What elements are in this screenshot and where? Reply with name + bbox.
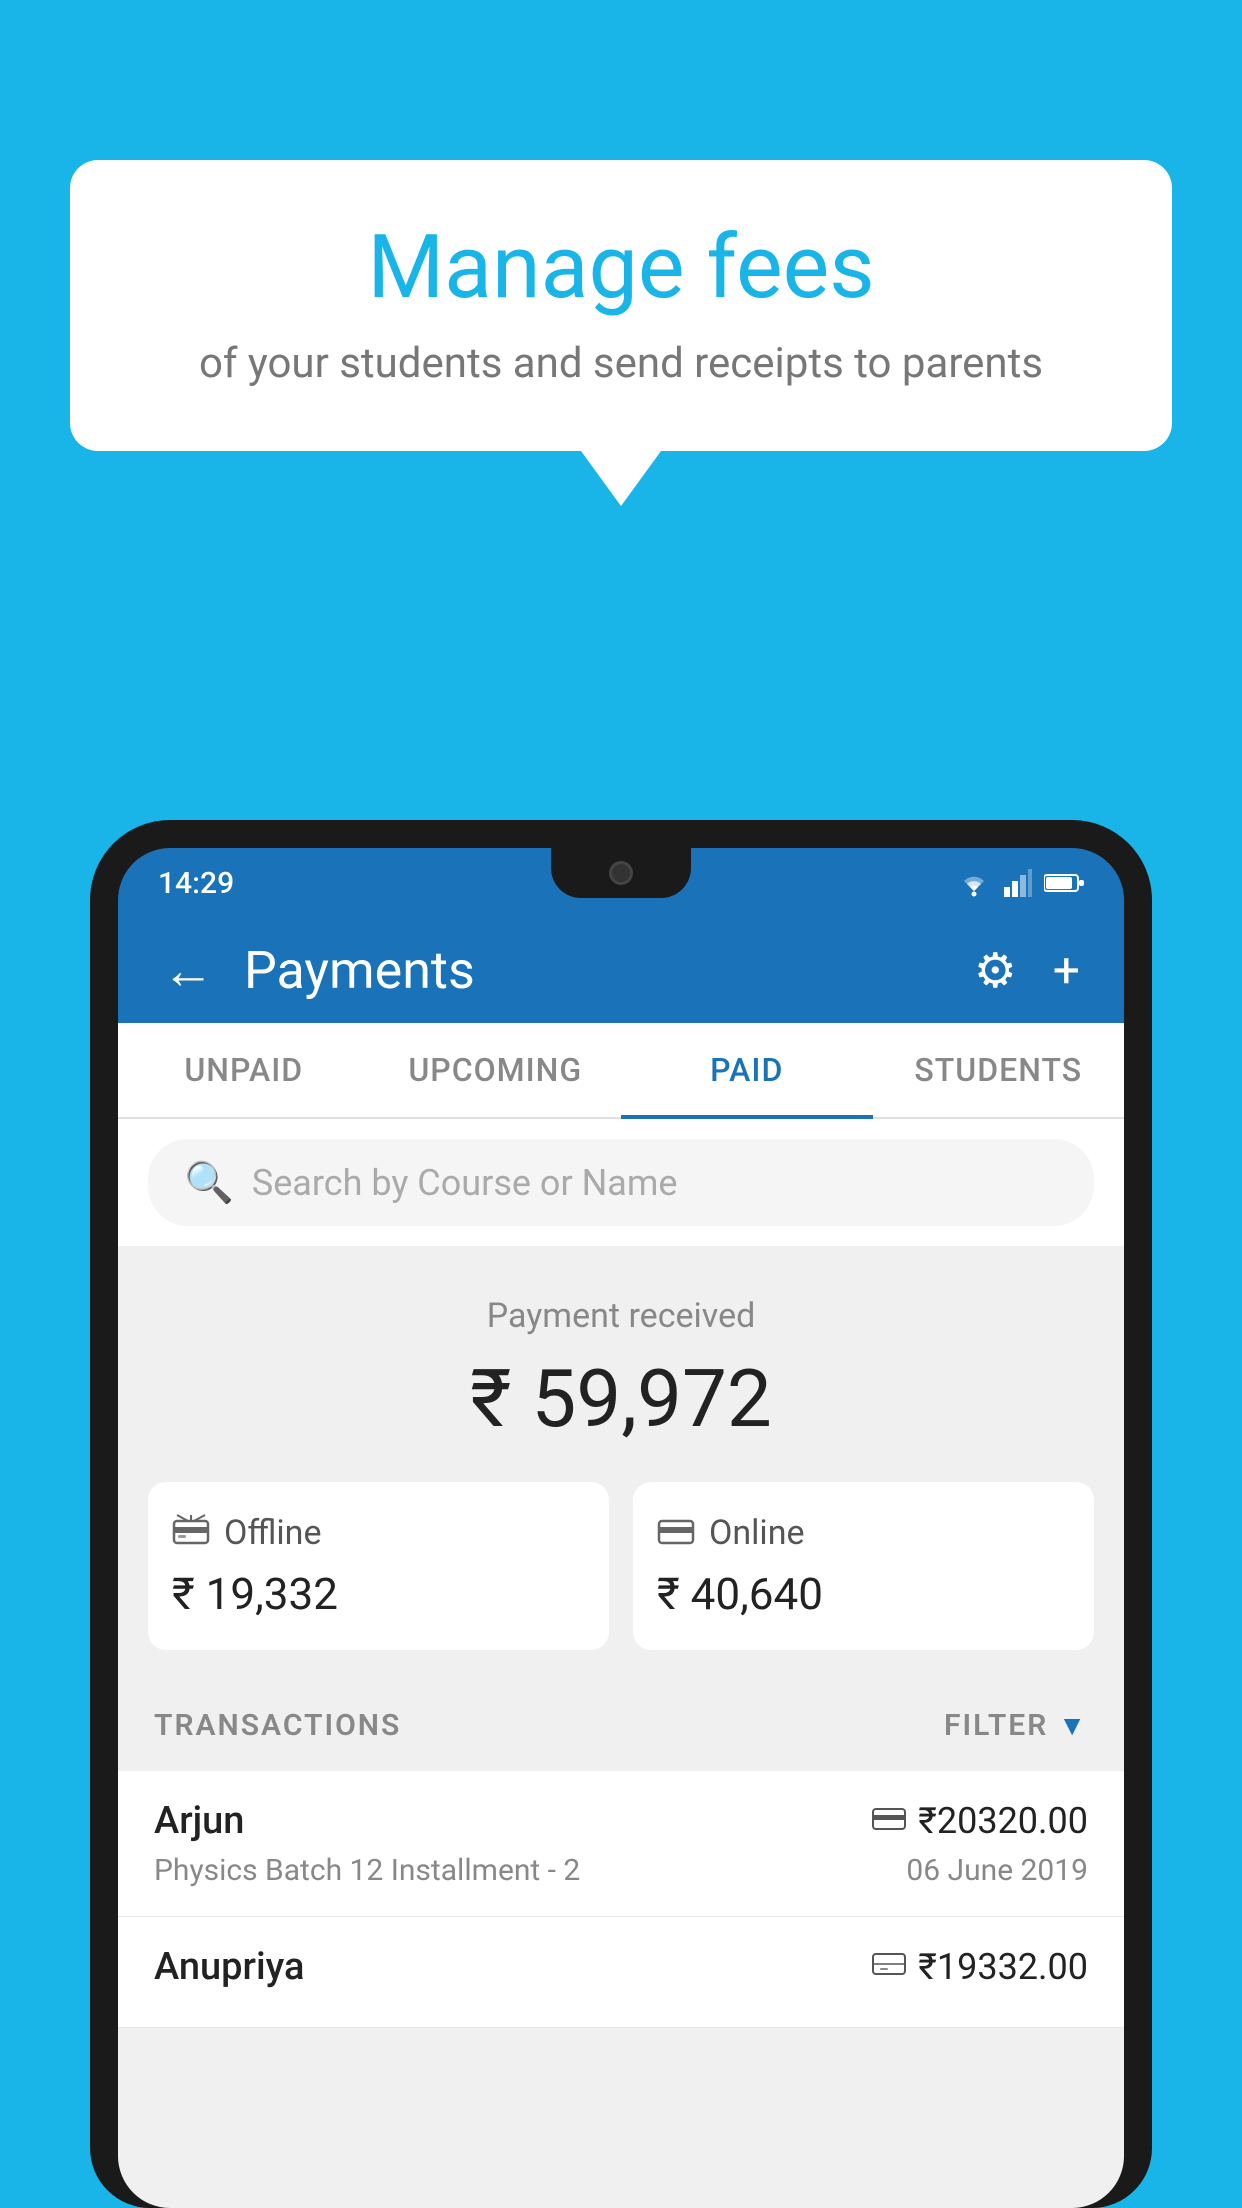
filter-label: FILTER <box>944 1708 1048 1743</box>
bubble-arrow <box>581 451 661 506</box>
back-button[interactable]: ← <box>162 940 214 1001</box>
txn-amount: ₹20320.00 <box>918 1800 1088 1842</box>
filter-button[interactable]: FILTER ▼ <box>944 1708 1088 1743</box>
tab-upcoming[interactable]: UPCOMING <box>370 1023 622 1117</box>
tab-paid[interactable]: PAID <box>621 1023 873 1117</box>
battery-icon <box>1044 871 1084 895</box>
transaction-row-arjun[interactable]: Arjun ₹20320.00 Physics Batch 12 Install… <box>118 1771 1124 1917</box>
txn-amount-wrapper-2: ₹19332.00 <box>872 1946 1088 1988</box>
payment-summary: Payment received ₹ 59,972 <box>118 1246 1124 1680</box>
tabs-container: UNPAID UPCOMING PAID STUDENTS <box>118 1023 1124 1119</box>
transaction-row-anupriya[interactable]: Anupriya ₹19332.00 <box>118 1917 1124 2028</box>
phone-screen: ← Payments ⚙ + UNPAID UPCOMING PAID STUD… <box>118 918 1124 2208</box>
filter-icon: ▼ <box>1058 1709 1088 1742</box>
payment-received-label: Payment received <box>148 1296 1094 1336</box>
tab-students[interactable]: STUDENTS <box>873 1023 1125 1117</box>
txn-row-bottom: Physics Batch 12 Installment - 2 06 June… <box>154 1853 1088 1888</box>
search-icon: 🔍 <box>184 1159 234 1206</box>
offline-card-header: Offline <box>172 1512 585 1554</box>
phone-frame: 14:29 <box>90 820 1152 2208</box>
offline-amount: ₹ 19,332 <box>172 1568 585 1620</box>
txn-course: Physics Batch 12 Installment - 2 <box>154 1853 580 1888</box>
online-icon <box>657 1512 695 1554</box>
search-container: 🔍 Search by Course or Name <box>118 1119 1124 1246</box>
tab-unpaid[interactable]: UNPAID <box>118 1023 370 1117</box>
online-card-header: Online <box>657 1512 1070 1554</box>
online-payment-card: Online ₹ 40,640 <box>633 1482 1094 1650</box>
txn-date: 06 June 2019 <box>906 1853 1088 1888</box>
camera <box>609 861 633 885</box>
txn-amount-2: ₹19332.00 <box>918 1946 1088 1988</box>
add-icon[interactable]: + <box>1053 942 1080 999</box>
status-bar: 14:29 <box>118 848 1124 918</box>
phone-notch <box>551 848 691 898</box>
bubble-subtitle: of your students and send receipts to pa… <box>150 337 1092 392</box>
page-title: Payments <box>244 940 944 1001</box>
txn-row-top-2: Anupriya ₹19332.00 <box>154 1945 1088 1989</box>
txn-amount-wrapper: ₹20320.00 <box>872 1800 1088 1842</box>
txn-payment-type-icon-2 <box>872 1948 906 1986</box>
bubble-title: Manage fees <box>150 220 1092 317</box>
speech-bubble-section: Manage fees of your students and send re… <box>70 160 1172 506</box>
search-bar[interactable]: 🔍 Search by Course or Name <box>148 1139 1094 1226</box>
offline-icon <box>172 1512 210 1554</box>
payment-cards: Offline ₹ 19,332 <box>148 1482 1094 1650</box>
txn-row-top: Arjun ₹20320.00 <box>154 1799 1088 1843</box>
app-header: ← Payments ⚙ + <box>118 918 1124 1023</box>
online-label: Online <box>709 1513 805 1553</box>
phone-wrapper: 14:29 <box>90 820 1152 2208</box>
transactions-header: TRANSACTIONS FILTER ▼ <box>118 1680 1124 1771</box>
status-time: 14:29 <box>158 866 234 901</box>
wifi-icon <box>956 869 992 897</box>
settings-icon[interactable]: ⚙ <box>974 942 1017 999</box>
search-placeholder-text: Search by Course or Name <box>252 1162 678 1204</box>
offline-payment-card: Offline ₹ 19,332 <box>148 1482 609 1650</box>
txn-payment-type-icon <box>872 1802 906 1840</box>
offline-label: Offline <box>224 1513 321 1553</box>
header-actions: ⚙ + <box>974 942 1080 999</box>
txn-name: Arjun <box>154 1799 244 1843</box>
speech-bubble: Manage fees of your students and send re… <box>70 160 1172 451</box>
status-icons <box>956 869 1084 897</box>
txn-name-2: Anupriya <box>154 1945 304 1989</box>
online-amount: ₹ 40,640 <box>657 1568 1070 1620</box>
payment-total-amount: ₹ 59,972 <box>148 1352 1094 1446</box>
transactions-label: TRANSACTIONS <box>154 1708 401 1743</box>
signal-icon <box>1004 869 1032 897</box>
